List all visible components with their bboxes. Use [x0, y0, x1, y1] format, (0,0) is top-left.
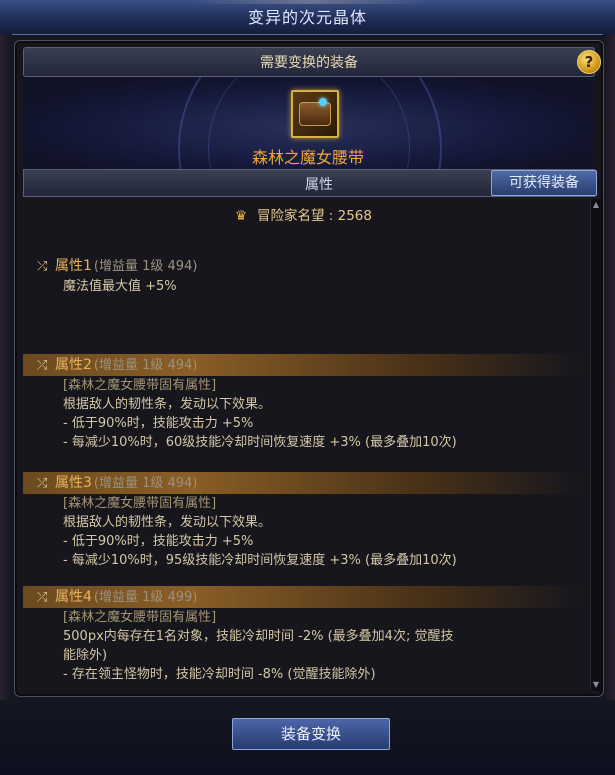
attribute-line: - 存在领主怪物时，技能冷却时间 -8% (觉醒技能除外) [63, 667, 376, 682]
attribute-line: 魔法值最大值 +5% [63, 279, 177, 294]
attribute-grade: (增益量 1级 494) [93, 476, 198, 491]
attribute-line: 根据敌人的韧性条，发动以下效果。 [63, 397, 272, 412]
scroll-up-icon[interactable]: ▲ [591, 199, 601, 211]
attribute-header: ⤮ 属性4 (增益量 1级 499) [23, 586, 583, 608]
dialog-window: 变异的次元晶体 需要变换的装备 ? 森林之魔女腰带 属性 可获得装备 ♛ 冒险家名… [0, 0, 615, 775]
attribute-list: ♛ 冒险家名望 : 2568 ⤮ 属性1 (增益量 1级 494) 魔法值最大值 +5… [23, 199, 583, 691]
attribute-line: - 低于90%时，技能攻击力 +5% [63, 416, 254, 431]
attribute-line: [森林之魔女腰带固有属性] [63, 610, 217, 625]
panel-header: 需要变换的装备 [23, 47, 595, 77]
title-decoration [190, 0, 430, 4]
right-border-decoration [603, 34, 615, 734]
equipment-panel: 需要变换的装备 ? 森林之魔女腰带 属性 可获得装备 ♛ 冒险家名望 : 2568… [14, 40, 604, 697]
attribute-block-2: ⤮ 属性2 (增益量 1级 494) [森林之魔女腰带固有属性] 根据敌人的韧性条，… [23, 354, 583, 452]
attribute-scrollbar[interactable]: ▲ ▼ [590, 199, 601, 691]
attribute-grade: (增益量 1级 494) [93, 358, 198, 373]
attribute-line: - 每减少10%时，60级技能冷却时间恢复速度 +3% (最多叠加10次) [63, 435, 457, 450]
attribute-line: 能除外) [63, 648, 108, 663]
scroll-down-icon[interactable]: ▼ [591, 679, 601, 691]
window-title: 变异的次元晶体 [0, 0, 615, 35]
shuffle-icon: ⤮ [37, 358, 48, 373]
attribute-block-3: ⤮ 属性3 (增益量 1级 494) [森林之魔女腰带固有属性] 根据敌人的韧性条，… [23, 472, 583, 570]
attribute-grade: (增益量 1级 499) [93, 590, 198, 605]
attribute-header: ⤮ 属性1 (增益量 1级 494) [23, 255, 583, 277]
attribute-line: [森林之魔女腰带固有属性] [63, 378, 217, 393]
attribute-name: 属性1 [55, 258, 92, 274]
obtainable-equipment-button[interactable]: 可获得装备 [491, 170, 597, 196]
shuffle-icon: ⤮ [37, 476, 48, 491]
attribute-header: ⤮ 属性2 (增益量 1级 494) [23, 354, 583, 376]
belt-icon [299, 102, 331, 126]
shuffle-icon: ⤮ [37, 259, 48, 274]
attribute-block-1: ⤮ 属性1 (增益量 1级 494) 魔法值最大值 +5% [23, 255, 583, 296]
item-name: 森林之魔女腰带 [251, 148, 364, 167]
left-border-decoration [0, 34, 12, 734]
attribute-line: [森林之魔女腰带固有属性] [63, 496, 217, 511]
equipment-exchange-button[interactable]: 装备变换 [232, 718, 390, 750]
shuffle-icon: ⤮ [37, 590, 48, 605]
attribute-line: - 每减少10%时，95级技能冷却时间恢复速度 +3% (最多叠加10次) [63, 553, 457, 568]
attribute-line: - 低于90%时，技能攻击力 +5% [63, 534, 254, 549]
attribute-name: 属性4 [55, 589, 92, 605]
attribute-block-4: ⤮ 属性4 (增益量 1级 499) [森林之魔女腰带固有属性] 500px内每存在… [23, 586, 583, 684]
attribute-line: 根据敌人的韧性条，发动以下效果。 [63, 515, 272, 530]
gem-icon [319, 98, 327, 106]
reputation-label: 冒险家名望 : 2568 [257, 208, 372, 224]
item-slot[interactable] [291, 90, 339, 138]
attribute-line: 500px内每存在1名对象，技能冷却时间 -2% (最多叠加4次; 觉醒技 [63, 629, 454, 644]
help-icon[interactable]: ? [577, 50, 601, 74]
attribute-name: 属性3 [55, 475, 92, 491]
reputation-line: ♛ 冒险家名望 : 2568 [235, 207, 372, 226]
crown-icon: ♛ [235, 208, 248, 224]
attribute-grade: (增益量 1级 494) [93, 259, 198, 274]
attribute-header: ⤮ 属性3 (增益量 1级 494) [23, 472, 583, 494]
tab-attributes[interactable]: 属性 [284, 172, 354, 198]
attribute-name: 属性2 [55, 357, 92, 373]
